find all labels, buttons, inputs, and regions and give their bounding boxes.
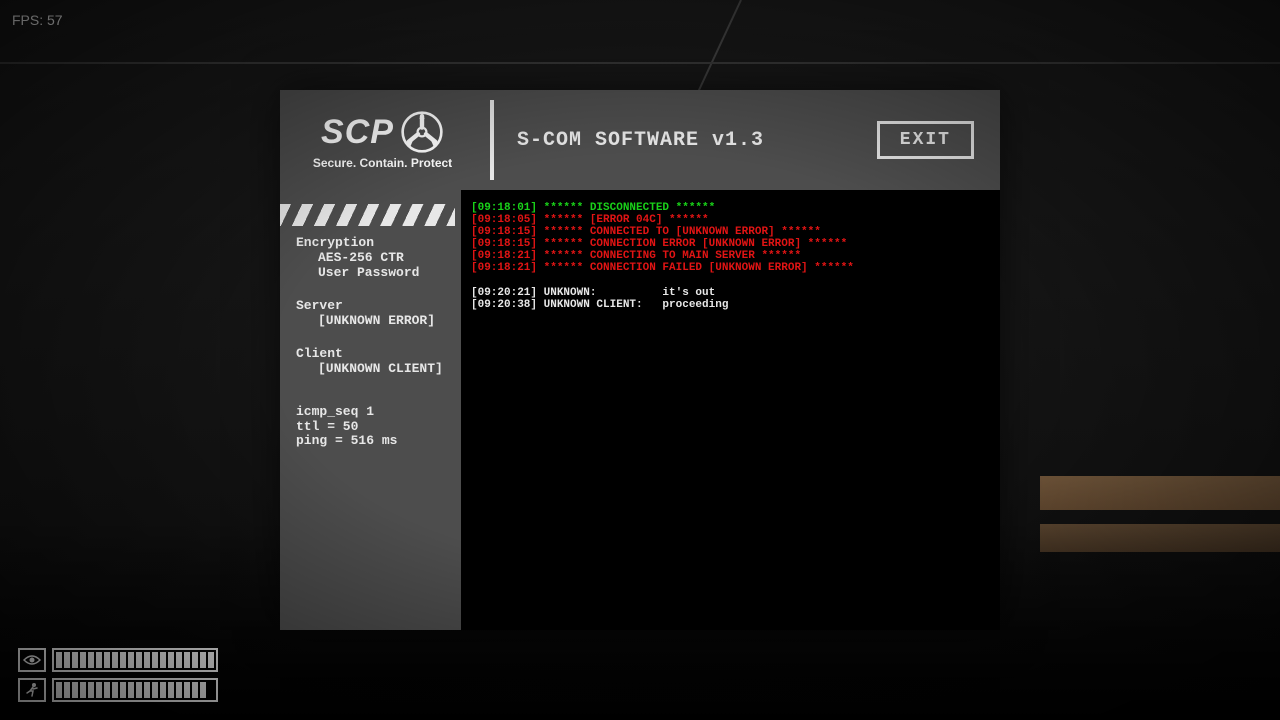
panel-sidebar: Encryption AES-256 CTR User Password Ser…	[280, 190, 455, 630]
hud-segment	[80, 682, 86, 698]
exit-button[interactable]: EXIT	[877, 121, 974, 159]
scom-panel: SCP Secure. Contain. Prot	[280, 90, 1000, 630]
scp-logo-tagline: Secure. Contain. Protect	[313, 156, 452, 170]
hud-segment	[168, 652, 174, 668]
sidebar-client: Client [UNKNOWN CLIENT]	[296, 347, 455, 377]
hud-segment	[64, 682, 70, 698]
software-title: S-COM SOFTWARE v1.3	[517, 129, 764, 152]
hazard-stripes-icon	[280, 204, 455, 226]
scp-logo-text: SCP	[321, 113, 394, 152]
terminal-line: [09:18:01] ****** DISCONNECTED ******	[471, 202, 990, 214]
hud-segment	[208, 652, 214, 668]
hud-segment	[72, 682, 78, 698]
fps-counter: FPS: 57	[12, 12, 63, 28]
terminal-output: [09:18:01] ****** DISCONNECTED ******[09…	[455, 190, 1000, 630]
hud-segment	[56, 652, 62, 668]
hud-segment	[192, 652, 198, 668]
panel-header: SCP Secure. Contain. Prot	[280, 90, 1000, 190]
hud-segment	[192, 682, 198, 698]
header-divider	[490, 100, 494, 180]
stamina-bar	[52, 678, 218, 702]
blink-bar	[52, 648, 218, 672]
scp-logo: SCP Secure. Contain. Prot	[280, 90, 485, 190]
terminal-line: [09:18:15] ****** CONNECTED TO [UNKNOWN …	[471, 226, 990, 238]
hud-segment	[112, 652, 118, 668]
terminal-line: [09:18:05] ****** [ERROR 04C] ******	[471, 214, 990, 226]
hud-segment	[96, 652, 102, 668]
hud-segment	[88, 652, 94, 668]
hud-segment	[176, 652, 182, 668]
panel-content: Encryption AES-256 CTR User Password Ser…	[280, 190, 1000, 630]
hud-segment	[208, 682, 214, 698]
hud-segment	[88, 682, 94, 698]
hud-segment	[112, 682, 118, 698]
hud-segment	[200, 682, 206, 698]
panel-title-bar: S-COM SOFTWARE v1.3 EXIT	[485, 90, 1000, 190]
hud-segment	[72, 652, 78, 668]
hud-segment	[144, 652, 150, 668]
terminal-chat-line: [09:20:38] UNKNOWN CLIENT: proceeding	[471, 299, 990, 311]
eye-icon	[18, 648, 46, 672]
hud-segment	[160, 682, 166, 698]
hud-segment	[160, 652, 166, 668]
terminal-chat-line: [09:20:21] UNKNOWN: it's out	[471, 287, 990, 299]
hud-segment	[152, 652, 158, 668]
hud-segment	[56, 682, 62, 698]
hud-segment	[104, 682, 110, 698]
hud-segment	[200, 652, 206, 668]
hud-segment	[120, 652, 126, 668]
terminal-line: [09:18:15] ****** CONNECTION ERROR [UNKN…	[471, 238, 990, 250]
hud-segment	[128, 652, 134, 668]
sidebar-network: icmp_seq 1 ttl = 50 ping = 516 ms	[296, 405, 455, 450]
run-icon	[18, 678, 46, 702]
hud-segment	[176, 682, 182, 698]
hud-segment	[96, 682, 102, 698]
hud-segment	[136, 652, 142, 668]
sidebar-encryption: Encryption AES-256 CTR User Password	[296, 236, 455, 281]
hud	[18, 642, 218, 702]
blink-meter	[18, 648, 218, 672]
hud-segment	[64, 652, 70, 668]
hud-segment	[128, 682, 134, 698]
hud-segment	[80, 652, 86, 668]
hud-segment	[144, 682, 150, 698]
hud-segment	[120, 682, 126, 698]
terminal-line: [09:18:21] ****** CONNECTION FAILED [UNK…	[471, 262, 990, 274]
ceiling-seam-horizontal	[0, 62, 1280, 64]
hud-segment	[136, 682, 142, 698]
wall-stripe	[1040, 476, 1280, 510]
terminal-line: [09:18:21] ****** CONNECTING TO MAIN SER…	[471, 250, 990, 262]
hud-segment	[168, 682, 174, 698]
hud-segment	[104, 652, 110, 668]
hud-segment	[184, 682, 190, 698]
scp-emblem-icon	[400, 110, 444, 154]
hud-segment	[184, 652, 190, 668]
sidebar-server: Server [UNKNOWN ERROR]	[296, 299, 455, 329]
hud-segment	[152, 682, 158, 698]
stamina-meter	[18, 678, 218, 702]
